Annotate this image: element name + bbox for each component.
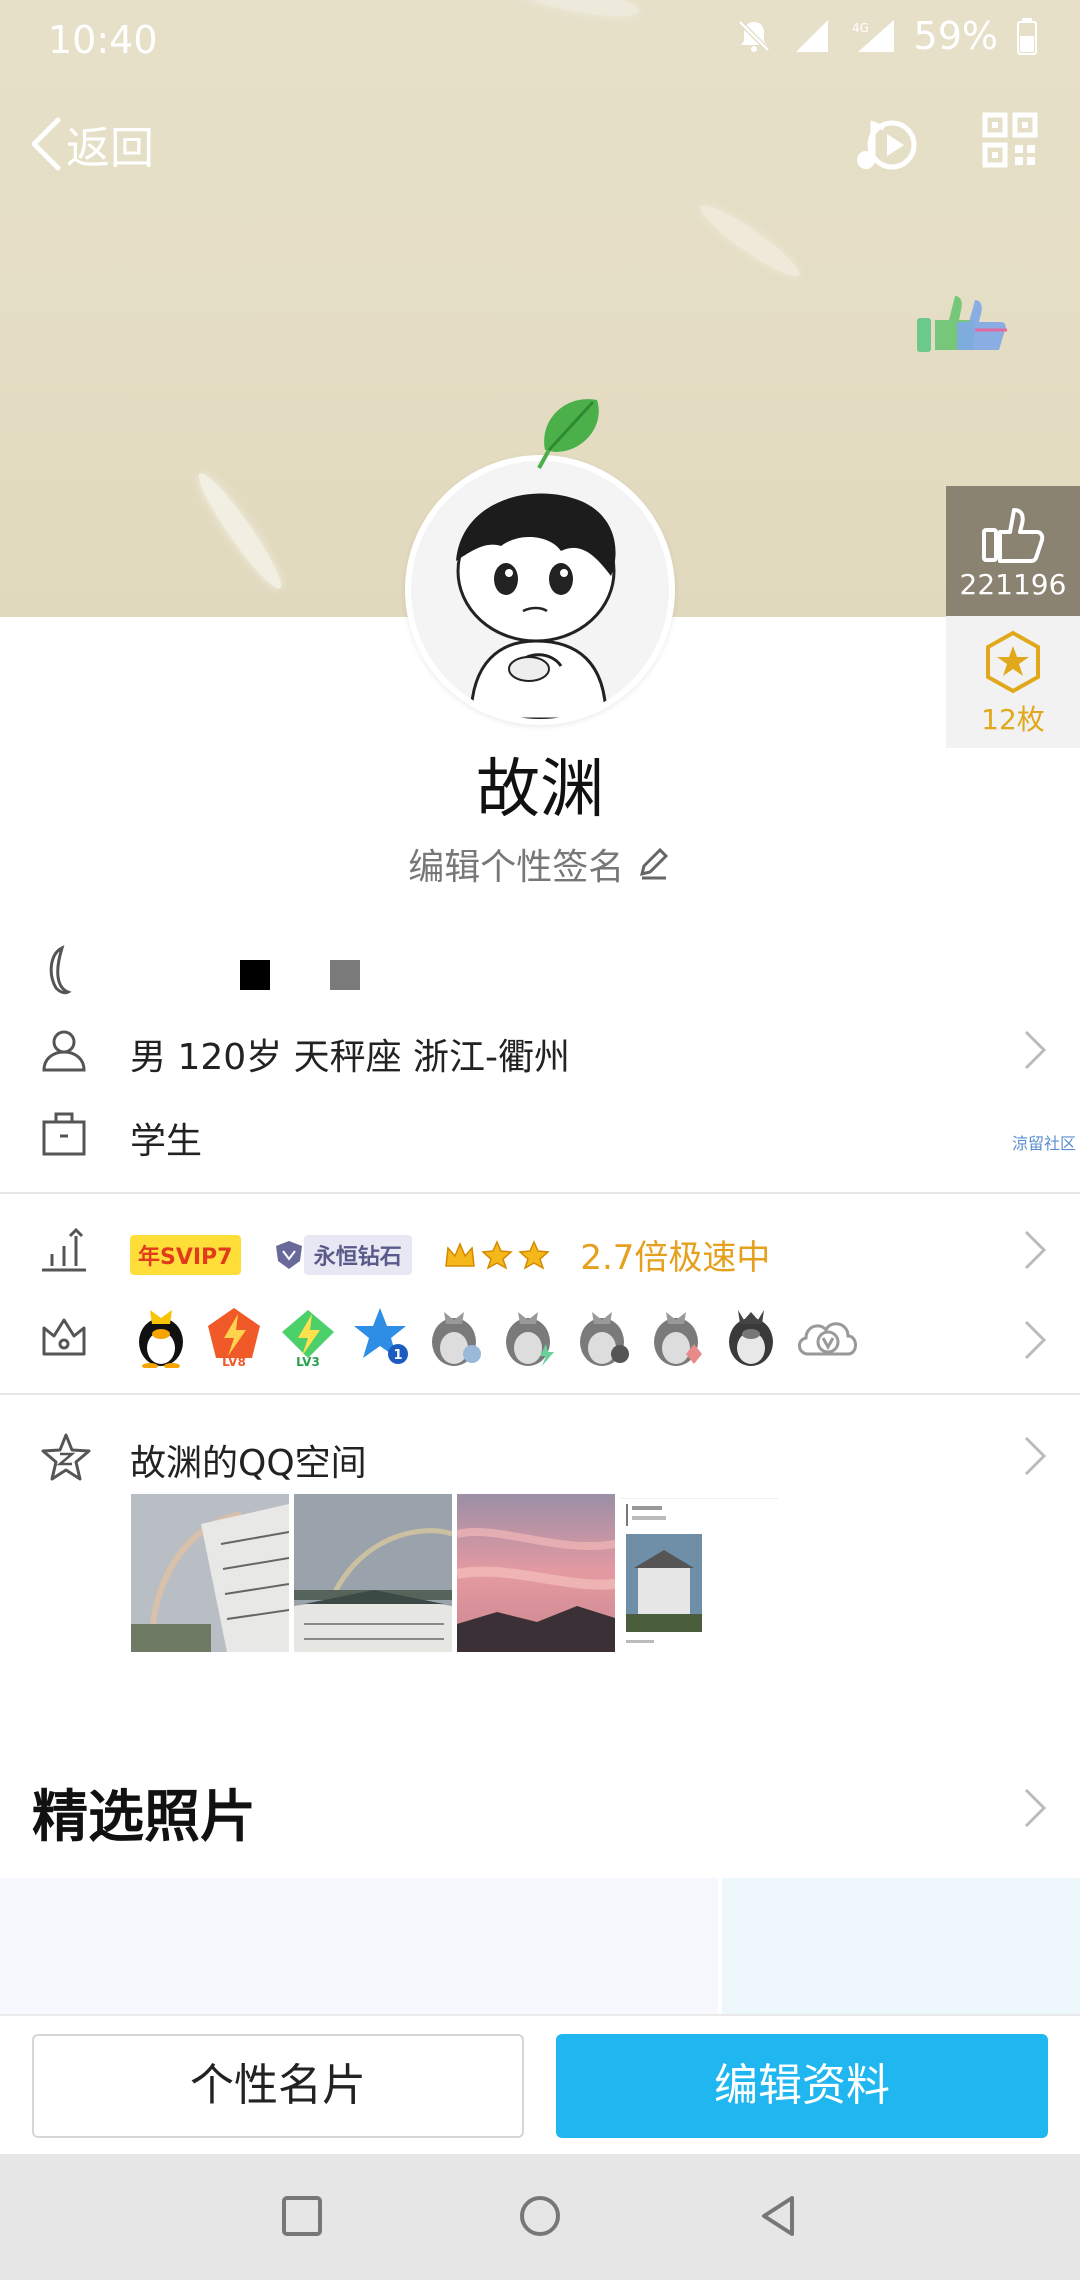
profile-name: 故渊	[476, 753, 604, 827]
qzone-photo-2[interactable]	[294, 1494, 452, 1652]
featured-photo-placeholder-2[interactable]	[722, 1878, 1080, 2014]
chevron-right-icon	[1024, 1230, 1047, 1270]
crown-outline-icon	[42, 1318, 86, 1356]
rainbow-roof-photo	[294, 1494, 452, 1652]
mood-row[interactable]	[0, 928, 1080, 1008]
qr-code-icon[interactable]	[982, 112, 1038, 168]
section-divider	[0, 1393, 1080, 1395]
back-label: 返回	[66, 123, 154, 174]
section-divider	[0, 1192, 1080, 1194]
basic-info-row[interactable]: 男 120岁 天秤座 浙江-衢州	[0, 1010, 1080, 1090]
qzone-photo-1[interactable]	[131, 1494, 289, 1652]
speed-text: 2.7倍极速中	[580, 1238, 771, 1278]
crown-icon	[445, 1241, 475, 1267]
back-triangle-icon[interactable]	[756, 2194, 800, 2238]
cloud-v-icon	[798, 1322, 857, 1356]
basic-info-text: 男 120岁 天秤座 浙江-衢州	[130, 1037, 571, 1078]
pencil-icon	[639, 847, 668, 880]
qzone-row[interactable]: 故渊的QQ空间	[0, 1416, 1080, 1496]
lv3-label: LV3	[296, 1355, 320, 1368]
chevron-right-icon	[1024, 1030, 1047, 1070]
diamond-shield-icon	[275, 1240, 302, 1269]
lv8-label: LV8	[222, 1355, 246, 1368]
like-panel[interactable]: 221196	[946, 486, 1080, 616]
gray-penguin-icon-1	[432, 1312, 481, 1366]
recent-apps-icon[interactable]	[280, 2194, 324, 2238]
watermark-text: 涼留社区	[1011, 1134, 1076, 1153]
mood-block-black	[240, 960, 270, 990]
lightning-lv3-icon: LV3	[282, 1310, 334, 1368]
briefcase-icon	[42, 1112, 86, 1156]
edit-profile-button[interactable]: 编辑资料	[556, 2034, 1048, 2138]
dark-penguin-icon	[729, 1310, 773, 1366]
post-preview-photo	[620, 1494, 778, 1652]
music-play-icon[interactable]	[852, 112, 922, 178]
bottom-action-bar: 个性名片 编辑资料	[0, 2014, 1080, 2154]
chevron-right-icon[interactable]	[1022, 1786, 1048, 1830]
occupation-row[interactable]: 学生 涼留社区	[0, 1094, 1080, 1174]
rainbow-building-photo	[131, 1494, 289, 1652]
qzone-title: 故渊的QQ空间	[130, 1443, 367, 1484]
thumbs-up-icon	[982, 508, 1045, 563]
level-chart-icon	[42, 1227, 86, 1272]
feather-decoration	[190, 467, 290, 595]
status-bar: 10:40 4G 59%	[0, 0, 1080, 80]
chevron-left-icon	[31, 117, 61, 171]
feather-decoration	[694, 197, 806, 285]
home-icon[interactable]	[518, 2194, 562, 2238]
qq-penguin-icon	[139, 1310, 183, 1368]
signal-icon	[795, 20, 828, 52]
occupation-text: 学生	[130, 1121, 203, 1162]
profile-card-button[interactable]: 个性名片	[32, 2034, 524, 2138]
gold-star-icon	[518, 1239, 550, 1270]
blue-star-icon: 1	[354, 1308, 408, 1364]
avatar[interactable]	[405, 455, 675, 725]
qzone-photo-4[interactable]	[620, 1494, 778, 1652]
person-icon	[42, 1030, 86, 1072]
featured-photos-title: 精选照片	[32, 1785, 256, 1850]
edit-signature-button[interactable]: 编辑个性签名	[0, 838, 1080, 890]
services-row[interactable]: LV8 LV3 1	[0, 1296, 1080, 1386]
cartoon-boy-avatar	[411, 461, 669, 719]
featured-photo-placeholder-1[interactable]	[0, 1878, 718, 2014]
like-count: 221196	[959, 568, 1067, 601]
gray-penguin-icon-3	[580, 1312, 629, 1366]
battery-icon	[1017, 18, 1037, 55]
signature-text: 编辑个性签名	[408, 847, 625, 888]
colorful-thumb-icon	[917, 296, 1007, 352]
gold-star-icon	[481, 1239, 513, 1270]
qzone-photo-3[interactable]	[457, 1494, 615, 1652]
system-navigation-bar	[0, 2154, 1080, 2280]
back-button[interactable]: 返回	[26, 112, 154, 176]
vip-row[interactable]: 年SVIP7 永恒钻石 2.7倍极速中	[0, 1210, 1080, 1290]
chevron-right-icon	[1024, 1436, 1047, 1476]
signal-4g-icon: 4G	[852, 20, 894, 52]
leaf-decoration-icon	[537, 399, 599, 469]
battery-percent: 59%	[913, 14, 998, 58]
medal-panel[interactable]: 12枚	[946, 616, 1080, 748]
qzone-star-icon	[41, 1433, 91, 1481]
lightning-lv8-icon: LV8	[208, 1308, 260, 1368]
avatar-container[interactable]	[405, 399, 675, 725]
gray-penguin-icon-4	[654, 1312, 702, 1366]
network-type-text: 4G	[852, 21, 869, 35]
medal-star-icon	[986, 630, 1040, 694]
status-time: 10:40	[48, 18, 158, 62]
mute-bell-icon	[737, 20, 770, 52]
star-level-label: 1	[393, 1348, 402, 1363]
chevron-right-icon	[1024, 1320, 1047, 1360]
top-navigation: 返回	[0, 100, 1080, 190]
pink-sky-photo	[457, 1494, 615, 1652]
diamond-badge: 永恒钻石	[303, 1234, 412, 1275]
moon-icon	[49, 945, 72, 995]
gray-penguin-icon-2	[506, 1312, 554, 1366]
medal-count: 12枚	[981, 703, 1045, 736]
mood-block-gray	[330, 960, 360, 990]
svip-badge: 年SVIP7	[130, 1234, 241, 1275]
